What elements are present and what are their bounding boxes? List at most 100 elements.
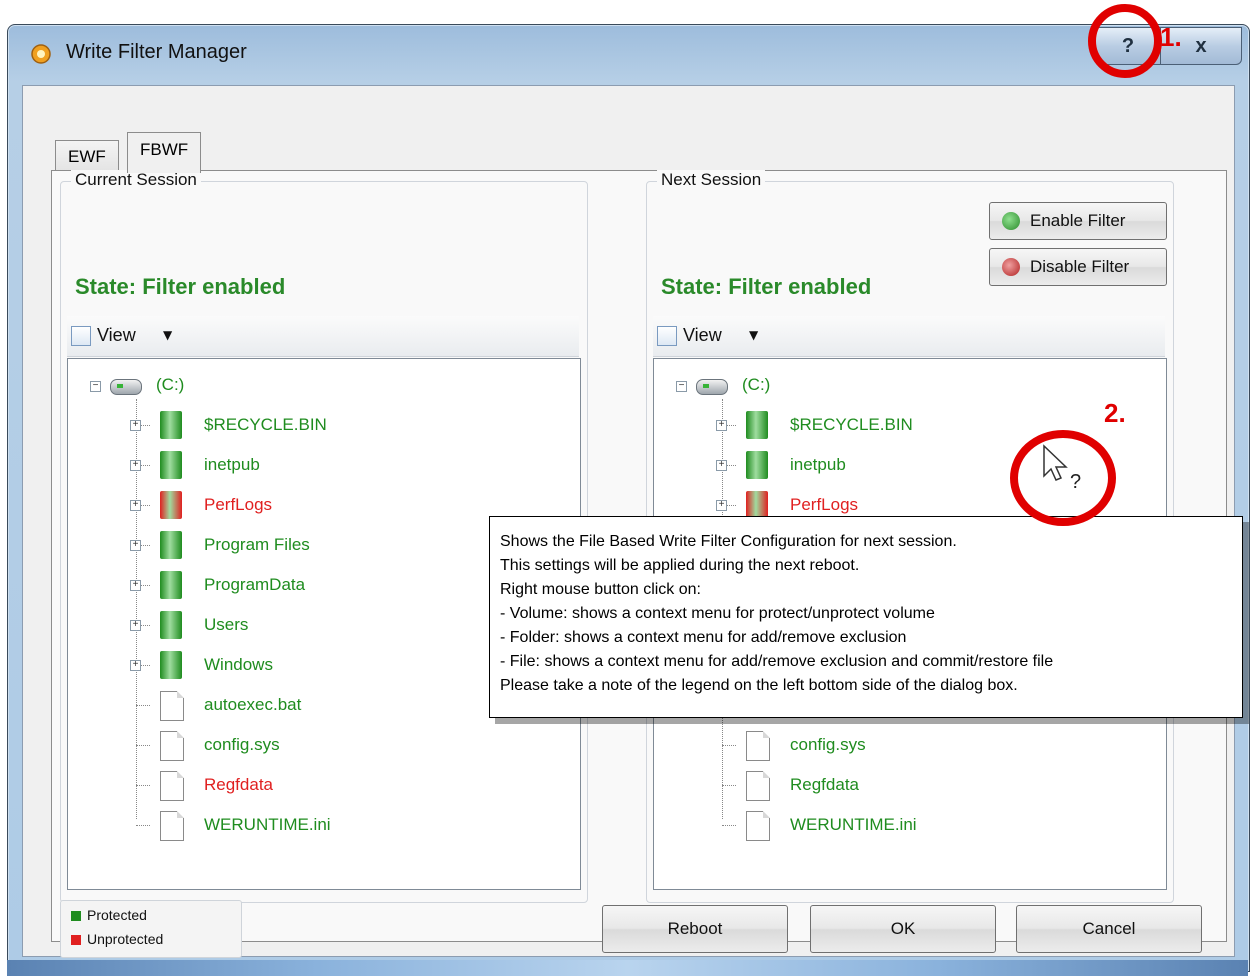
ok-button[interactable]: OK	[810, 905, 996, 953]
tree-folder-item[interactable]: + $RECYCLE.BIN	[68, 407, 568, 445]
tooltip-line: Shows the File Based Write Filter Config…	[500, 533, 957, 550]
tree-item-label: ProgramData	[204, 575, 306, 594]
file-icon	[160, 731, 184, 761]
expand-icon[interactable]: +	[716, 420, 727, 431]
file-icon	[160, 691, 184, 721]
window-title: Write Filter Manager	[66, 41, 247, 63]
help-button-highlight-circle	[1088, 4, 1162, 78]
tree-item-label: config.sys	[790, 735, 866, 754]
folder-icon	[160, 451, 182, 479]
tree-root-label: (C:)	[156, 375, 185, 394]
tree-root-drive[interactable]: − (C:)	[68, 369, 568, 407]
folder-icon	[160, 491, 182, 519]
tooltip-line: - Volume: shows a context menu for prote…	[500, 605, 935, 622]
unprotected-swatch	[71, 935, 81, 945]
legend-box: Protected Unprotected	[60, 900, 242, 958]
folder-icon	[160, 611, 182, 639]
folder-icon	[746, 491, 768, 519]
file-icon	[746, 771, 770, 801]
current-view-menu[interactable]: View	[97, 325, 136, 346]
current-session-label: Current Session	[71, 170, 201, 190]
tree-item-label: Regfdata	[790, 775, 859, 794]
view-icon	[71, 326, 91, 346]
tree-file-item[interactable]: config.sys	[654, 727, 1154, 765]
expand-icon[interactable]: +	[130, 460, 141, 471]
enable-filter-icon	[1002, 212, 1020, 230]
tree-connector	[136, 745, 150, 746]
next-view-menu[interactable]: View	[683, 325, 722, 346]
file-icon	[746, 811, 770, 841]
view-icon	[657, 326, 677, 346]
tree-connector	[136, 825, 150, 826]
tree-folder-item[interactable]: + inetpub	[68, 447, 568, 485]
tree-connector	[722, 825, 736, 826]
title-bar[interactable]: Write Filter Manager ? x	[8, 25, 1249, 81]
legend-unprotected: Unprotected	[87, 931, 164, 947]
folder-icon	[160, 411, 182, 439]
disable-filter-button[interactable]: Disable Filter	[989, 248, 1167, 286]
folder-icon	[746, 451, 768, 479]
expand-icon[interactable]: +	[130, 620, 141, 631]
tree-file-item[interactable]: Regfdata	[68, 767, 568, 805]
tree-item-label: inetpub	[790, 455, 846, 474]
folder-icon	[160, 571, 182, 599]
reboot-button[interactable]: Reboot	[602, 905, 788, 953]
folder-icon	[746, 411, 768, 439]
annotation-marker-1: 1.	[1160, 22, 1182, 52]
expand-icon[interactable]: +	[130, 580, 141, 591]
tree-item-label: WERUNTIME.ini	[204, 815, 331, 834]
expand-icon[interactable]: +	[130, 500, 141, 511]
protected-swatch	[71, 911, 81, 921]
current-view-toolbar: View ▼	[67, 316, 579, 357]
expand-icon[interactable]: +	[130, 660, 141, 671]
tree-file-item[interactable]: config.sys	[68, 727, 568, 765]
tooltip-line: - File: shows a context menu for add/rem…	[500, 653, 1054, 670]
expand-icon[interactable]: +	[130, 540, 141, 551]
tree-item-label: autoexec.bat	[204, 695, 302, 714]
chevron-down-icon[interactable]: ▼	[749, 328, 758, 342]
annotation-marker-2: 2.	[1104, 398, 1126, 428]
tree-file-item[interactable]: WERUNTIME.ini	[654, 807, 1154, 845]
expand-icon[interactable]: +	[716, 460, 727, 471]
collapse-icon[interactable]: −	[90, 381, 101, 392]
tree-item-label: Regfdata	[204, 775, 273, 794]
tree-root-drive[interactable]: − (C:)	[654, 369, 1154, 407]
chevron-down-icon[interactable]: ▼	[163, 328, 172, 342]
folder-icon	[160, 651, 182, 679]
enable-filter-button[interactable]: Enable Filter	[989, 202, 1167, 240]
cancel-button[interactable]: Cancel	[1016, 905, 1202, 953]
tree-connector	[136, 705, 150, 706]
svg-text:?: ?	[1070, 471, 1081, 490]
tree-item-label: config.sys	[204, 735, 280, 754]
tree-item-label: $RECYCLE.BIN	[790, 415, 913, 434]
tree-root-label: (C:)	[742, 375, 771, 394]
file-icon	[160, 771, 184, 801]
tree-item-label: $RECYCLE.BIN	[204, 415, 327, 434]
tree-file-item[interactable]: Regfdata	[654, 767, 1154, 805]
tab-fbwf[interactable]: FBWF	[127, 132, 202, 173]
folder-icon	[160, 531, 182, 559]
tree-connector	[136, 785, 150, 786]
tree-file-item[interactable]: WERUNTIME.ini	[68, 807, 568, 845]
taskbar-strip	[7, 960, 1248, 976]
tree-item-label: Users	[204, 615, 249, 634]
file-icon	[160, 811, 184, 841]
expand-icon[interactable]: +	[716, 500, 727, 511]
enable-filter-label: Enable Filter	[1030, 211, 1126, 230]
file-icon	[746, 731, 770, 761]
help-cursor-icon: ?	[1043, 444, 1081, 490]
collapse-icon[interactable]: −	[676, 381, 687, 392]
disable-filter-label: Disable Filter	[1030, 257, 1130, 276]
tree-item-label: Windows	[204, 655, 273, 674]
tooltip-line: Please take a note of the legend on the …	[500, 677, 1018, 694]
tab-ewf[interactable]: EWF	[55, 140, 119, 171]
legend-protected: Protected	[87, 907, 147, 923]
tree-item-label: inetpub	[204, 455, 260, 474]
tree-connector	[722, 745, 736, 746]
expand-icon[interactable]: +	[130, 420, 141, 431]
tooltip-line: - Folder: shows a context menu for add/r…	[500, 629, 907, 646]
current-state-text: State: Filter enabled	[75, 274, 286, 299]
drive-icon	[696, 379, 728, 395]
next-session-label: Next Session	[657, 170, 766, 190]
tree-connector	[722, 785, 736, 786]
